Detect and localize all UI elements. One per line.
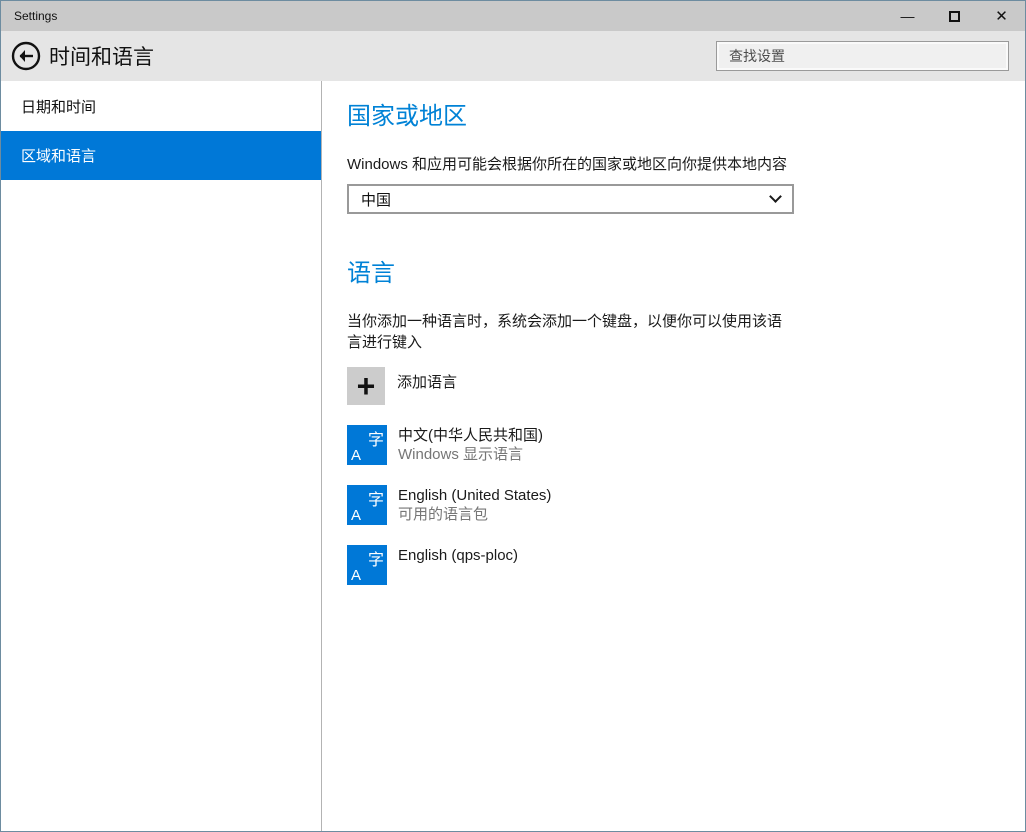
close-button[interactable]: ✕ xyxy=(978,1,1025,31)
sidebar: 日期和时间 区域和语言 xyxy=(1,81,322,831)
language-item-title: English (qps-ploc) xyxy=(398,547,519,564)
back-icon xyxy=(11,41,41,71)
app-body: 日期和时间 区域和语言 国家或地区 Windows 和应用可能会根据你所在的国家… xyxy=(1,81,1025,831)
language-item-subtitle: Windows 显示语言 xyxy=(398,446,524,463)
language-tile-icon: 字 A xyxy=(347,485,387,525)
window-controls: — ✕ xyxy=(884,1,1025,31)
close-icon: ✕ xyxy=(995,8,1008,25)
minimize-button[interactable]: — xyxy=(884,1,931,31)
search-box xyxy=(716,41,1009,71)
region-section-heading: 国家或地区 xyxy=(347,103,467,130)
language-item-subtitle: 可用的语言包 xyxy=(398,506,489,523)
window-title: Settings xyxy=(14,9,58,23)
maximize-button[interactable] xyxy=(931,1,978,31)
language-item-title: 中文(中华人民共和国) xyxy=(398,427,543,444)
search-input[interactable] xyxy=(716,41,1009,71)
back-button[interactable] xyxy=(11,41,41,71)
sidebar-item-date-time[interactable]: 日期和时间 xyxy=(1,82,321,131)
page-header: 时间和语言 xyxy=(1,31,1025,81)
language-item-text: 中文(中华人民共和国) Windows 显示语言 xyxy=(398,425,543,465)
main-content: 国家或地区 Windows 和应用可能会根据你所在的国家或地区向你提供本地内容 … xyxy=(322,81,1025,831)
language-section-heading: 语言 xyxy=(347,260,395,287)
language-tile-icon: 字 A xyxy=(347,545,387,585)
language-tile-icon: 字 A xyxy=(347,425,387,465)
language-description: 当你添加一种语言时，系统会添加一个键盘，以便你可以使用该语言进行键入 xyxy=(347,313,783,351)
language-item-text: English (qps-ploc) xyxy=(398,545,518,565)
language-item-chinese[interactable]: 字 A 中文(中华人民共和国) Windows 显示语言 xyxy=(347,425,1005,465)
titlebar: Settings — ✕ xyxy=(1,1,1025,31)
settings-window: Settings — ✕ 时间和语言 查找设置 日期和时间 区域和语言 国家或地… xyxy=(0,0,1026,832)
plus-icon: + xyxy=(347,367,385,405)
add-language-button[interactable]: + 添加语言 xyxy=(347,367,1005,405)
minimize-icon: — xyxy=(900,8,915,24)
language-item-english-us[interactable]: 字 A English (United States) 可用的语言包 xyxy=(347,485,1005,525)
language-item-title: English (United States) xyxy=(398,487,552,504)
page-title: 时间和语言 xyxy=(49,46,154,69)
sidebar-item-region-language[interactable]: 区域和语言 xyxy=(1,131,321,180)
sidebar-item-label: 日期和时间 xyxy=(21,99,97,116)
language-list: 字 A 中文(中华人民共和国) Windows 显示语言 字 A English… xyxy=(347,425,1005,585)
region-description: Windows 和应用可能会根据你所在的国家或地区向你提供本地内容 xyxy=(347,156,788,173)
country-dropdown-value: 中国 xyxy=(361,191,392,209)
add-language-label: 添加语言 xyxy=(397,374,458,391)
chevron-down-icon xyxy=(769,190,782,203)
sidebar-item-label: 区域和语言 xyxy=(21,148,97,165)
language-item-text: English (United States) 可用的语言包 xyxy=(398,485,551,525)
country-dropdown[interactable]: 中国 xyxy=(347,184,794,214)
maximize-icon xyxy=(949,10,960,22)
language-item-english-qps-ploc[interactable]: 字 A English (qps-ploc) xyxy=(347,545,1005,585)
